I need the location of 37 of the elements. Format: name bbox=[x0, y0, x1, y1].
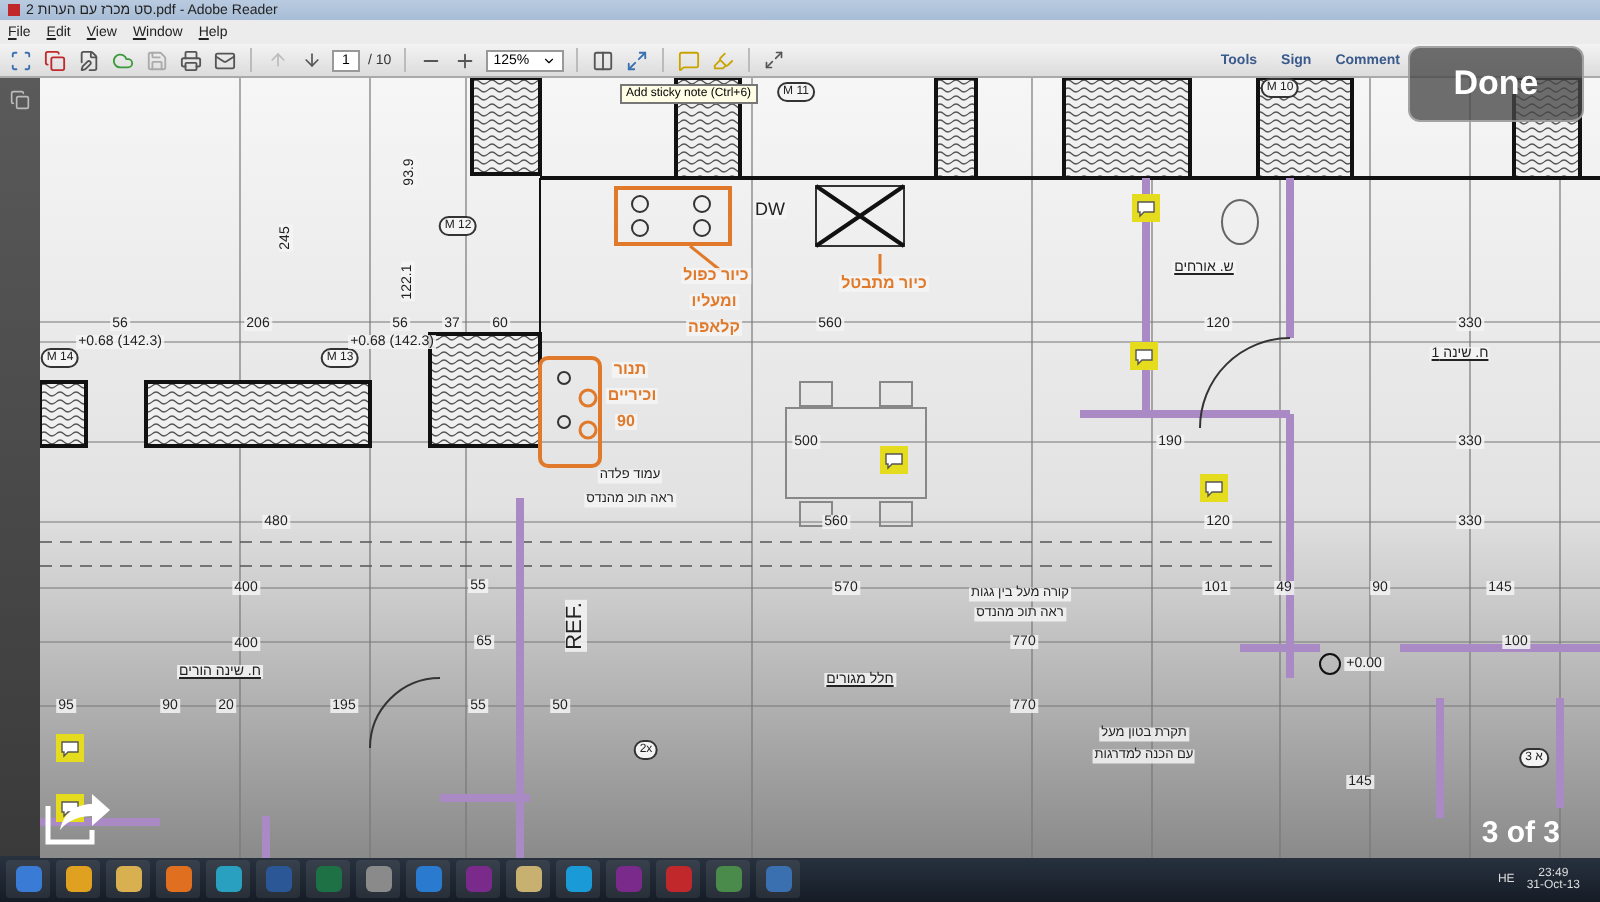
expand-icon[interactable] bbox=[761, 47, 788, 73]
taskbar-app-icon[interactable] bbox=[65, 866, 91, 892]
taskbar-app-icon[interactable] bbox=[15, 866, 41, 892]
sticky-note-icon[interactable] bbox=[880, 446, 908, 474]
sticky-note-icon[interactable] bbox=[1130, 342, 1158, 370]
callout-note: כיור כפול bbox=[681, 268, 751, 284]
sticky-note-icon[interactable] bbox=[1200, 474, 1228, 502]
print-icon[interactable] bbox=[178, 47, 204, 73]
callout-note: כיור מתבטל bbox=[839, 276, 929, 292]
sticky-note-icon[interactable] bbox=[56, 734, 84, 762]
taskbar-app-icon[interactable] bbox=[415, 866, 441, 892]
taskbar-app-icon[interactable] bbox=[215, 866, 241, 892]
callout-note: קלאפה bbox=[686, 320, 742, 336]
callout-note: וכיריים bbox=[605, 388, 659, 404]
pages-icon[interactable] bbox=[10, 90, 30, 110]
fixture-label: REF. bbox=[565, 600, 587, 652]
combine-files-icon[interactable] bbox=[42, 47, 68, 73]
photo-counter: 3 of 3 bbox=[1481, 816, 1560, 850]
done-button[interactable]: Done bbox=[1408, 46, 1584, 122]
taskbar-app-icon[interactable] bbox=[165, 866, 191, 892]
sticky-note-icon[interactable] bbox=[1132, 194, 1160, 222]
fit-width-icon[interactable] bbox=[623, 47, 650, 73]
taskbar-app-icon[interactable] bbox=[715, 866, 741, 892]
taskbar-app-icon[interactable] bbox=[565, 866, 591, 892]
taskbar-app-icon[interactable] bbox=[115, 866, 141, 892]
callout-note: ומעליו bbox=[689, 294, 739, 310]
taskbar-app-icon[interactable] bbox=[365, 866, 391, 892]
mail-icon[interactable] bbox=[212, 47, 238, 73]
caret-icon bbox=[541, 53, 556, 67]
taskbar-app-icon[interactable] bbox=[515, 866, 541, 892]
create-pdf-icon[interactable] bbox=[8, 47, 34, 73]
callout-note: 90 bbox=[615, 414, 637, 430]
fixture-label: DW bbox=[753, 201, 787, 219]
pdf-icon bbox=[8, 4, 20, 16]
fit-page-icon[interactable] bbox=[589, 47, 616, 73]
callout-note: תנור bbox=[611, 362, 649, 378]
edit-document-icon[interactable] bbox=[76, 47, 102, 73]
